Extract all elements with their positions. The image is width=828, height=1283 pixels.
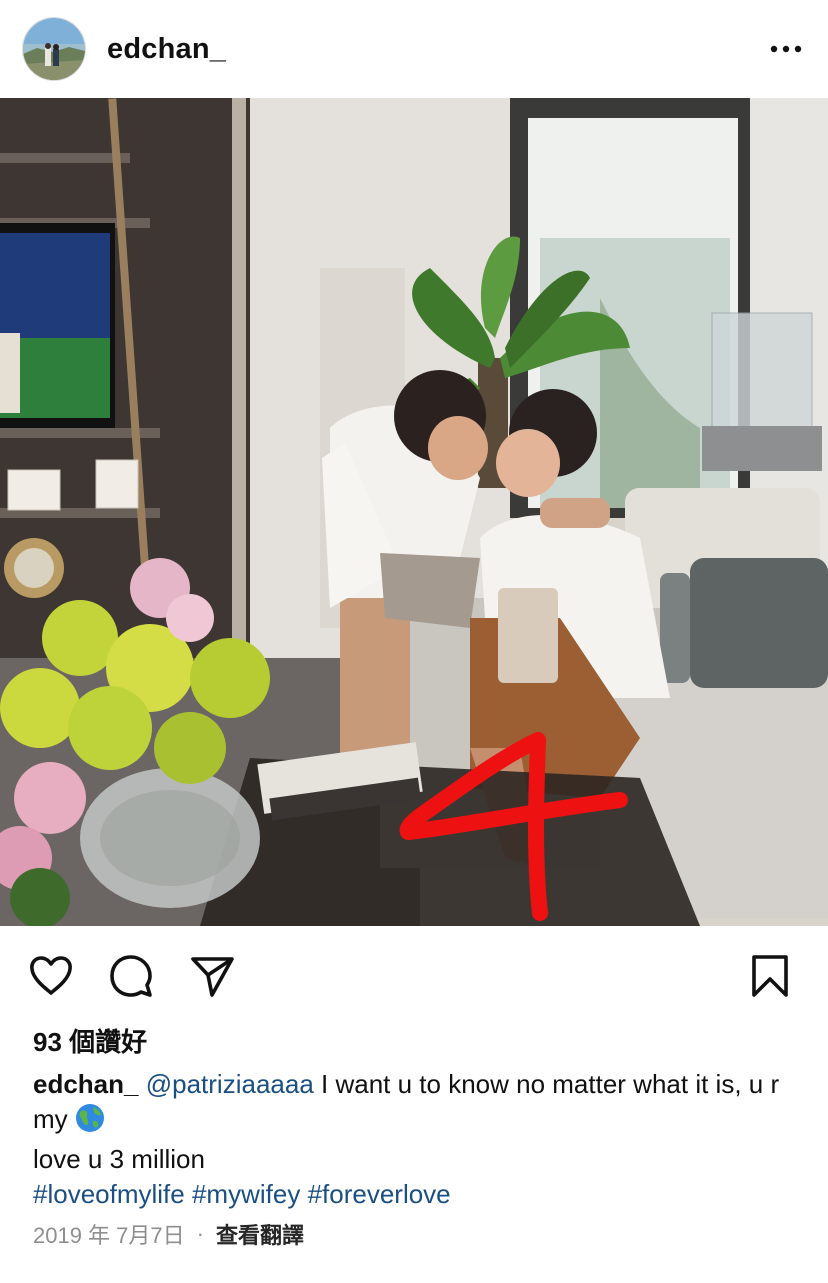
post-meta: 2019 年 7月7日 · 查看翻譯: [33, 1218, 304, 1250]
post-image: [0, 98, 828, 926]
post-photo[interactable]: [0, 98, 828, 926]
globe-emoji-icon: [75, 1103, 105, 1142]
post-username[interactable]: edchan_: [107, 33, 766, 66]
caption-text-line2: love u 3 million: [33, 1144, 205, 1174]
avatar-image: [23, 18, 85, 80]
likes-count[interactable]: 93 個讚好: [33, 1022, 147, 1059]
hashtag-foreverlove[interactable]: #foreverlove: [308, 1179, 451, 1209]
ellipsis-icon: [770, 45, 802, 53]
hashtag-mywifey[interactable]: #mywifey: [192, 1179, 300, 1209]
post-header: edchan_: [0, 0, 828, 98]
see-translation-link[interactable]: 查看翻譯: [216, 1218, 304, 1250]
avatar[interactable]: [22, 17, 86, 81]
caption-mention[interactable]: @patriziaaaaa: [146, 1069, 314, 1099]
bookmark-icon[interactable]: [746, 952, 794, 1000]
hashtag-loveofmylife[interactable]: #loveofmylife: [33, 1179, 185, 1209]
action-bar: [0, 926, 828, 1024]
post-date: 2019 年 7月7日: [33, 1223, 185, 1248]
heart-icon[interactable]: [27, 952, 75, 1000]
comment-icon[interactable]: [107, 952, 155, 1000]
more-options-button[interactable]: [766, 29, 806, 69]
caption-username[interactable]: edchan_: [33, 1069, 139, 1099]
meta-separator: ·: [196, 1221, 204, 1246]
paper-plane-icon[interactable]: [188, 952, 236, 1000]
annotation-4-stroke-2: [528, 734, 548, 921]
caption: edchan_ @patriziaaaaa I want u to know n…: [33, 1067, 803, 1212]
